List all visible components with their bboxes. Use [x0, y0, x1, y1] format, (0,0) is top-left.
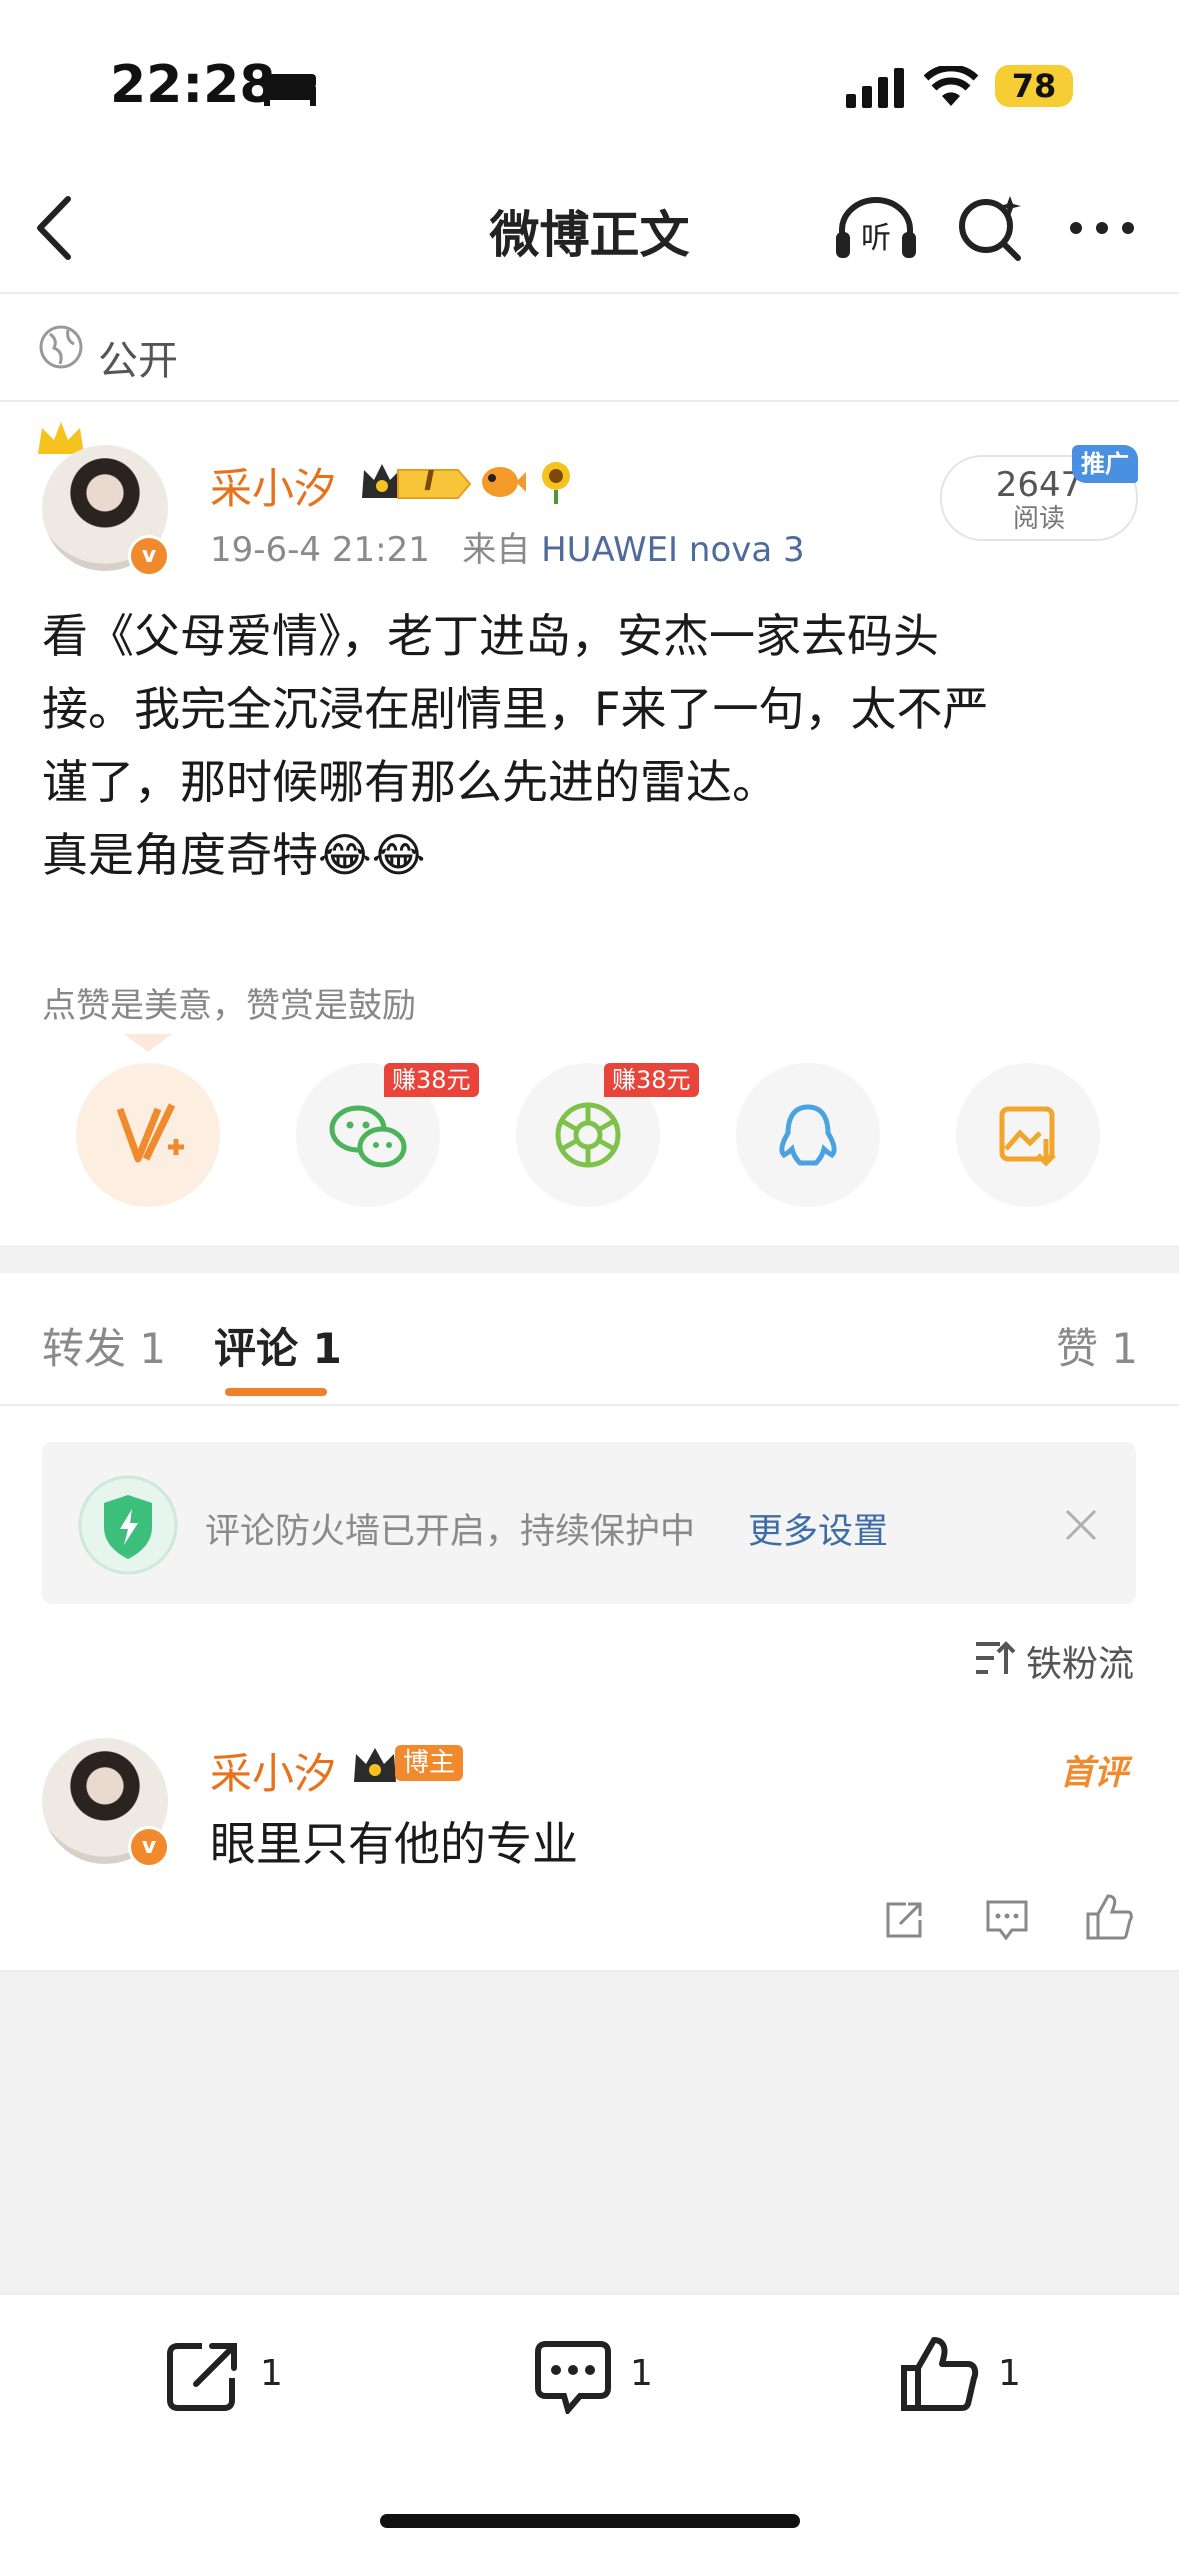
signal-icon [846, 68, 904, 108]
comment-share-icon[interactable] [882, 1898, 926, 1942]
reward-v-icon [116, 1103, 184, 1163]
commenter-verified-badge: v [128, 1826, 170, 1868]
share-qq-button[interactable] [736, 1063, 880, 1207]
wifi-icon [924, 66, 978, 106]
close-icon[interactable] [1064, 1508, 1098, 1542]
tab-comment[interactable]: 评论 1 [214, 1315, 342, 1376]
status-time: 22:28 [110, 55, 276, 115]
fish-icon [482, 467, 526, 497]
tip-pointer-icon [124, 1034, 172, 1052]
verified-badge: v [128, 535, 170, 577]
device-name[interactable]: HUAWEI nova 3 [541, 530, 805, 570]
post-line: 看《父母爱情》，老丁进岛，安杰一家去码头 [42, 609, 939, 663]
visibility-label: 公开 [98, 338, 178, 384]
repost-count: 1 [260, 2353, 283, 2394]
comment-count: 1 [630, 2353, 653, 2394]
reward-tip: 点赞是美意，赞赏是鼓励 [42, 986, 416, 1026]
search-icon[interactable] [956, 192, 1026, 262]
like-count: 1 [998, 2353, 1021, 2394]
commenter-name[interactable]: 采小汐 [210, 1740, 336, 1801]
reward-button[interactable] [76, 1063, 220, 1207]
visibility-divider [0, 400, 1179, 402]
author-name[interactable]: 采小汐 [210, 455, 336, 516]
battery-indicator: 78 [995, 65, 1073, 107]
post-timestamp: 19-6-4 21:21 [210, 530, 430, 570]
level-badge: I [358, 458, 474, 506]
promote-button[interactable]: 推广 [1072, 445, 1138, 483]
commenter-crown-icon [354, 1748, 396, 1782]
tab-indicator [225, 1388, 327, 1396]
tab-like[interactable]: 赞 1 [1056, 1315, 1138, 1376]
comment-like-icon[interactable] [1084, 1892, 1134, 1942]
comment-reply-icon[interactable] [984, 1898, 1030, 1942]
globe-icon [39, 325, 83, 369]
level-text: I [424, 464, 435, 497]
shield-icon [78, 1475, 178, 1575]
tab-repost[interactable]: 转发 1 [42, 1315, 166, 1376]
more-icon[interactable] [1068, 218, 1136, 238]
firewall-settings-link[interactable]: 更多设置 [748, 1503, 888, 1554]
section-separator [0, 1245, 1179, 1273]
moments-earn-badge: 赚38元 [604, 1063, 699, 1097]
vip-crown-icon [362, 464, 472, 499]
sort-icon[interactable] [974, 1638, 1016, 1678]
listen-icon[interactable]: 听 [834, 192, 918, 262]
sort-label[interactable]: 铁粉流 [1026, 1635, 1134, 1687]
home-indicator [380, 2514, 800, 2528]
firewall-text: 评论防火墙已开启，持续保护中 [205, 1512, 696, 1552]
post-line: 真是角度奇特😂😂 [42, 828, 426, 882]
post-line: 谨了，那时候哪有那么先进的雷达。 [42, 755, 778, 809]
post-content: 看《父母爱情》，老丁进岛，安杰一家去码头 接。我完全沉浸在剧情里，F来了一句，太… [42, 600, 1142, 892]
comment-text: 眼里只有他的专业 [210, 1817, 578, 1871]
wechat-earn-badge: 赚38元 [384, 1063, 479, 1097]
post-line: 接。我完全沉浸在剧情里，F来了一句，太不严 [42, 682, 989, 736]
blogger-badge: 博主 [395, 1745, 464, 1781]
qq-icon [779, 1104, 837, 1166]
save-image-button[interactable] [956, 1063, 1100, 1207]
post-meta: 19-6-4 21:21 来自 HUAWEI nova 3 [210, 522, 805, 571]
empty-area [0, 1972, 1179, 2293]
repost-icon[interactable] [166, 2340, 242, 2412]
source-prefix: 来自 [462, 530, 531, 570]
like-icon[interactable] [900, 2334, 980, 2414]
nav-divider [0, 292, 1179, 294]
sunflower-icon [542, 462, 570, 504]
first-comment-badge: 首评 [1060, 1753, 1128, 1793]
svg-text:听: 听 [861, 221, 891, 256]
comment-icon[interactable] [534, 2340, 612, 2414]
tabs-divider [0, 1404, 1179, 1406]
bed-icon [264, 74, 316, 106]
read-label: 阅读 [1012, 504, 1065, 534]
save-image-icon [999, 1106, 1056, 1167]
